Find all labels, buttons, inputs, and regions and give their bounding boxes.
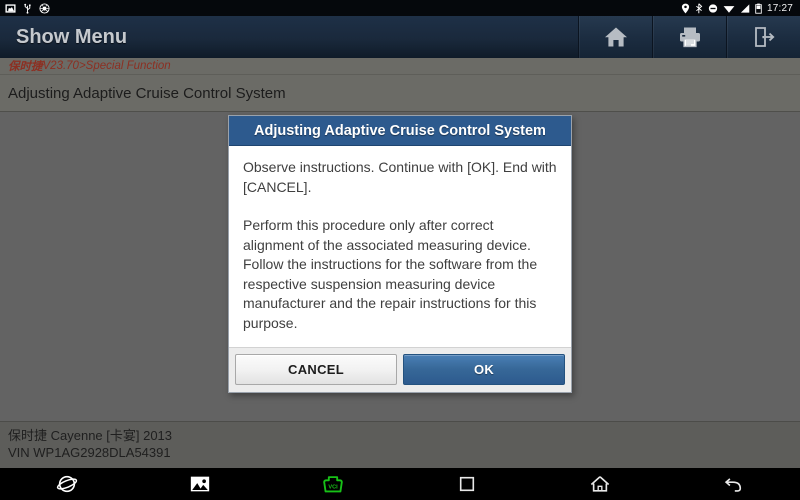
battery-icon (755, 3, 762, 14)
header-title: Show Menu (16, 25, 128, 48)
home-icon (604, 27, 627, 47)
exit-icon (754, 27, 775, 47)
location-icon (681, 3, 690, 13)
dialog-footer: CANCEL OK (229, 347, 571, 392)
dialog-body: Observe instructions. Continue with [OK]… (229, 146, 571, 347)
page-title-row: Adjusting Adaptive Cruise Control System (0, 75, 800, 112)
vci-button[interactable]: VCI (267, 468, 400, 500)
svg-text:VCI: VCI (329, 485, 339, 491)
print-button[interactable] (652, 16, 726, 58)
back-icon (725, 478, 742, 492)
android-nav-bar: VCI (0, 468, 800, 500)
page-title: Adjusting Adaptive Cruise Control System (8, 84, 286, 102)
browser-icon (56, 475, 77, 493)
do-not-disturb-icon (708, 3, 718, 13)
printer-icon (679, 27, 700, 48)
dialog-paragraph-2: Perform this procedure only after correc… (243, 217, 538, 331)
recents-button[interactable] (400, 468, 533, 500)
debug-icon (39, 2, 50, 14)
screenshot-icon (5, 3, 16, 13)
back-button[interactable] (667, 468, 800, 500)
breadcrumb-brand: 保时捷 (8, 61, 43, 73)
status-bar-left-icons (5, 2, 50, 14)
header-button-group (578, 16, 800, 58)
breadcrumb-version: V23.70 (42, 60, 79, 72)
vehicle-vin: VIN WP1AG2928DLA54391 (8, 445, 171, 460)
signal-icon (740, 3, 750, 13)
content-area: Adjusting Adaptive Cruise Control System… (0, 112, 800, 437)
app-header: Show Menu (0, 16, 800, 58)
vehicle-info-panel: 保时捷 Cayenne [卡宴] 2013 VIN WP1AG2928DLA54… (0, 421, 800, 468)
recents-icon (459, 476, 474, 492)
vci-icon: VCI (323, 476, 344, 493)
wifi-icon (723, 5, 735, 13)
exit-button[interactable] (726, 16, 800, 58)
android-home-icon (590, 476, 610, 492)
app-root: 17:27 Show Menu 保时捷 V23.70 > Special Fun… (0, 0, 800, 500)
bluetooth-icon (696, 2, 703, 13)
breadcrumb-separator: > (78, 60, 86, 72)
breadcrumb-section: Special Function (85, 60, 171, 72)
modal-dialog: Adjusting Adaptive Cruise Control System… (228, 115, 572, 393)
usb-icon (24, 3, 31, 14)
vehicle-model: 保时捷 Cayenne [卡宴] 2013 (8, 428, 173, 443)
android-home-button[interactable] (533, 468, 666, 500)
cancel-button[interactable]: CANCEL (235, 354, 397, 385)
dialog-title: Adjusting Adaptive Cruise Control System (229, 116, 571, 146)
status-bar-clock: 17:27 (766, 2, 793, 14)
gallery-button[interactable] (133, 468, 266, 500)
browser-button[interactable] (0, 468, 133, 500)
dialog-paragraph-1: Observe instructions. Continue with [OK]… (243, 159, 557, 195)
status-bar-right-icons: 17:27 (681, 3, 795, 14)
android-status-bar: 17:27 (0, 0, 800, 16)
home-button[interactable] (578, 16, 652, 58)
gallery-icon (190, 476, 210, 492)
ok-button[interactable]: OK (403, 354, 565, 385)
breadcrumb[interactable]: 保时捷 V23.70 > Special Function (0, 58, 800, 75)
